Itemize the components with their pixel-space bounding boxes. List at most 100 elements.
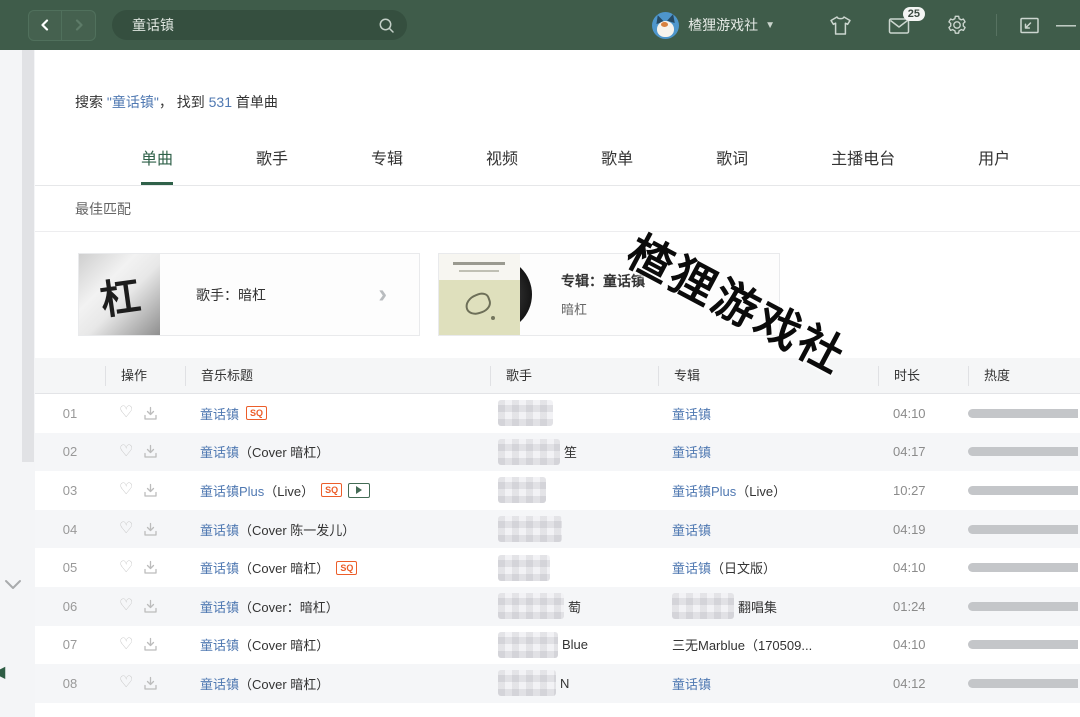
- download-icon[interactable]: [143, 483, 158, 498]
- popularity-cell: [968, 525, 1080, 534]
- album-link[interactable]: 童话镇: [672, 520, 711, 539]
- album-link[interactable]: 童话镇: [672, 404, 711, 423]
- forward-button[interactable]: [62, 10, 96, 41]
- download-icon[interactable]: [143, 444, 158, 459]
- table-row[interactable]: 06♡童话镇（Cover：暗杠）萄翻唱集01:24: [35, 587, 1080, 626]
- censored-artist-blur: [498, 516, 562, 542]
- popularity-bar: [968, 602, 1078, 611]
- popularity-bar: [968, 679, 1078, 688]
- download-icon[interactable]: [143, 676, 158, 691]
- user-avatar[interactable]: [652, 12, 679, 39]
- like-icon[interactable]: ♡: [119, 521, 133, 537]
- popularity-bar: [968, 486, 1078, 495]
- search-box[interactable]: 童话镇: [112, 10, 407, 40]
- search-icon[interactable]: [378, 17, 395, 34]
- table-row[interactable]: 05♡童话镇（Cover 暗杠）SQ童话镇（日文版）04:10: [35, 548, 1080, 587]
- artist-cell: N: [490, 670, 658, 696]
- album-suffix: （Live）: [736, 481, 786, 500]
- tab-5[interactable]: 歌词: [716, 145, 748, 185]
- messages-button[interactable]: 25: [888, 16, 912, 35]
- row-actions: ♡: [105, 482, 185, 498]
- album-text: 翻唱集: [738, 597, 777, 616]
- row-number: 06: [35, 599, 105, 614]
- chevron-down-icon: [4, 579, 22, 591]
- album-link[interactable]: 童话镇: [672, 674, 711, 693]
- mv-badge[interactable]: [348, 483, 370, 498]
- artist-visible-fragment: N: [560, 676, 569, 691]
- album-link[interactable]: 童话镇: [672, 442, 711, 461]
- tab-2[interactable]: 专辑: [371, 145, 403, 185]
- popularity-bar: [968, 525, 1078, 534]
- table-row[interactable]: 04♡童话镇（Cover 陈一发儿）童话镇04:19: [35, 510, 1080, 549]
- row-actions: ♡: [105, 675, 185, 691]
- tab-6[interactable]: 主播电台: [831, 145, 895, 185]
- download-icon[interactable]: [143, 560, 158, 575]
- tshirt-icon: [829, 15, 852, 36]
- like-icon[interactable]: ♡: [119, 405, 133, 421]
- column-header-5: 时长: [878, 366, 968, 386]
- download-icon[interactable]: [143, 637, 158, 652]
- artist-cell: [490, 400, 658, 426]
- album-link[interactable]: 童话镇Plus: [672, 481, 736, 500]
- table-row[interactable]: 08♡童话镇 （Cover 暗杠）N童话镇04:12: [35, 664, 1080, 703]
- artist-image-glyph: 杠: [96, 263, 144, 326]
- best-match-artist-card[interactable]: 杠 歌手：暗杠 ›: [78, 253, 420, 336]
- tab-4[interactable]: 歌单: [601, 145, 633, 185]
- caret-down-icon[interactable]: ▼: [765, 20, 775, 31]
- back-button[interactable]: [28, 10, 62, 41]
- censored-artist-blur: [498, 400, 553, 426]
- table-row[interactable]: 02♡童话镇（Cover 暗杠）笙童话镇04:17: [35, 433, 1080, 472]
- album-link[interactable]: 童话镇: [672, 558, 711, 577]
- table-row[interactable]: 01♡童话镇SQ童话镇04:10: [35, 394, 1080, 433]
- like-icon[interactable]: ♡: [119, 637, 133, 653]
- mini-mode-button[interactable]: [1019, 16, 1040, 35]
- settings-button[interactable]: [946, 14, 968, 36]
- song-title-link[interactable]: 童话镇: [200, 597, 239, 616]
- artist-visible-fragment: 萄: [568, 597, 581, 616]
- popularity-bar: [968, 640, 1078, 649]
- scrollbar-thumb[interactable]: [22, 50, 34, 462]
- song-title-link[interactable]: 童话镇Plus: [200, 481, 264, 500]
- like-icon[interactable]: ♡: [119, 482, 133, 498]
- search-summary: 搜索 "童话镇"， 找到 531 首单曲: [35, 50, 1080, 112]
- song-title-link[interactable]: 童话镇: [200, 520, 239, 539]
- song-title-cell: 童话镇 （Cover 暗杠）: [185, 674, 490, 693]
- download-icon[interactable]: [143, 522, 158, 537]
- summary-prefix: 搜索: [75, 94, 107, 110]
- theme-skin-button[interactable]: [829, 15, 852, 36]
- artist-image: 杠: [79, 254, 160, 335]
- tab-7[interactable]: 用户: [978, 145, 1010, 185]
- best-match-album-card[interactable]: 专辑：童话镇 暗杠: [438, 253, 780, 336]
- song-title-link[interactable]: 童话镇: [200, 674, 239, 693]
- like-icon[interactable]: ♡: [119, 444, 133, 460]
- download-icon[interactable]: [143, 406, 158, 421]
- row-actions: ♡: [105, 521, 185, 537]
- like-icon[interactable]: ♡: [119, 560, 133, 576]
- censored-artist-blur: [498, 632, 558, 658]
- tab-0[interactable]: 单曲: [141, 145, 173, 185]
- like-icon[interactable]: ♡: [119, 598, 133, 614]
- album-art: [439, 254, 536, 335]
- song-title-cell: 童话镇（Cover 暗杠）SQ: [185, 558, 490, 577]
- minimize-button[interactable]: —: [1056, 14, 1080, 37]
- popularity-bar: [968, 409, 1078, 418]
- song-title-cell: 童话镇（Cover 暗杠）: [185, 442, 490, 461]
- username[interactable]: 楂狸游戏社: [688, 15, 758, 35]
- search-input[interactable]: 童话镇: [132, 15, 378, 35]
- play-marker-icon[interactable]: ◀: [0, 662, 5, 682]
- collapse-button[interactable]: [4, 578, 22, 596]
- song-title-link[interactable]: 童话镇: [200, 635, 239, 654]
- table-row[interactable]: 07♡童话镇（Cover 暗杠）Blue三无Marblue（170509...0…: [35, 626, 1080, 665]
- song-title-link[interactable]: 童话镇: [200, 442, 239, 461]
- tab-1[interactable]: 歌手: [256, 145, 288, 185]
- censored-artist-blur: [498, 439, 560, 465]
- table-row[interactable]: 03♡童话镇Plus（Live）SQ童话镇Plus（Live）10:27: [35, 471, 1080, 510]
- tab-3[interactable]: 视频: [486, 145, 518, 185]
- song-title-link[interactable]: 童话镇: [200, 558, 239, 577]
- like-icon[interactable]: ♡: [119, 675, 133, 691]
- download-icon[interactable]: [143, 599, 158, 614]
- album-card-artist: 暗杠: [561, 299, 645, 318]
- censored-artist-blur: [498, 477, 546, 503]
- popularity-cell: [968, 447, 1080, 456]
- song-title-link[interactable]: 童话镇: [200, 404, 239, 423]
